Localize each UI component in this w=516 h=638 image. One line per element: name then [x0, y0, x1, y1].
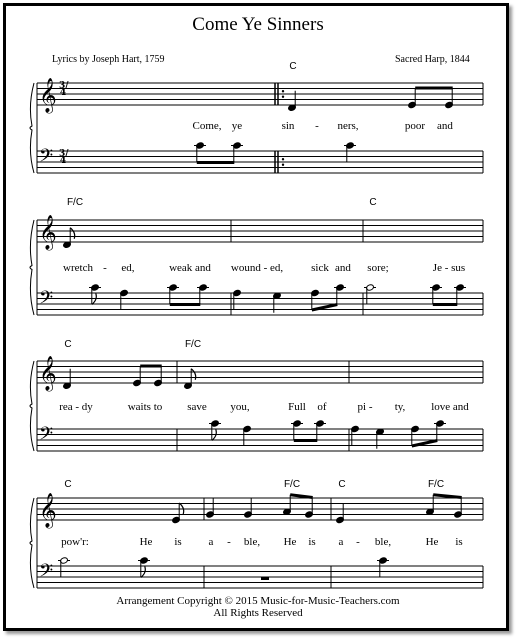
brace — [29, 82, 35, 174]
lyric-syllable: a — [208, 536, 214, 548]
lyric-syllable: wretch — [63, 262, 93, 274]
eighth-flag — [190, 368, 197, 380]
lyric-syllable: wound - ed, — [230, 262, 284, 274]
lyric-syllable: weak and — [169, 262, 211, 274]
treble-clef-icon: 𝄞 — [39, 215, 57, 251]
treble-clef-icon: 𝄞 — [39, 356, 57, 392]
chord-symbol: C — [338, 479, 346, 490]
lyric-syllable: sick — [311, 262, 329, 274]
brace — [29, 360, 35, 452]
bass-clef-icon: 𝄢 — [39, 561, 53, 586]
lyric-syllable: - — [315, 120, 319, 132]
chord-symbol: C — [64, 339, 72, 350]
treble-time-signature: 3/4 — [59, 81, 69, 99]
lyric-syllable: a — [338, 536, 344, 548]
chord-symbol: F/C — [283, 479, 301, 490]
repeat-dot — [281, 95, 285, 98]
chord-symbol: C — [289, 61, 297, 72]
lyric-syllable: sore; — [367, 262, 389, 274]
lyric-syllable: waits to — [127, 401, 163, 413]
bass-clef-icon: 𝄢 — [39, 146, 53, 171]
bass-clef-icon: 𝄢 — [39, 424, 53, 449]
lyric-syllable: He — [425, 536, 439, 548]
brace — [29, 497, 35, 589]
repeat-dot — [281, 163, 285, 166]
lyric-syllable: ed, — [121, 262, 135, 274]
lyric-syllable: is — [455, 536, 463, 548]
brace — [29, 219, 35, 316]
lyric-syllable: pow'r: — [61, 536, 89, 548]
repeat-dot — [281, 158, 285, 161]
lyric-syllable: rea - dy — [59, 401, 93, 413]
eighth-flag — [69, 227, 76, 239]
lyric-syllable: - — [356, 536, 360, 548]
lyric-syllable: Full — [288, 401, 306, 413]
lyric-syllable: He — [283, 536, 297, 548]
lyric-syllable: He — [139, 536, 153, 548]
lyric-syllable: is — [174, 536, 182, 548]
bass-time-signature: 3/4 — [59, 149, 69, 167]
lyric-syllable: - — [103, 262, 107, 274]
lyric-syllable: and — [437, 120, 453, 132]
lyric-syllable: you, — [230, 401, 250, 413]
lyric-syllable: ble, — [243, 536, 261, 548]
chord-symbol: F/C — [427, 479, 445, 490]
bass-clef-icon: 𝄢 — [39, 288, 53, 313]
chord-symbol: C — [64, 479, 72, 490]
note-beam — [433, 493, 462, 499]
lyric-syllable: is — [308, 536, 316, 548]
lyric-syllable: ners, — [337, 120, 359, 132]
note-beam — [290, 493, 313, 499]
lyric-syllable: Je - sus — [432, 262, 466, 274]
lyric-syllable: poor — [404, 120, 426, 132]
lyric-syllable: pi - — [357, 401, 373, 413]
treble-clef-icon: 𝄞 — [39, 493, 57, 529]
rights-notice: All Rights Reserved — [213, 607, 303, 619]
lyric-syllable: sin — [281, 120, 295, 132]
half-rest — [261, 577, 269, 580]
lyric-syllable: ty, — [394, 401, 406, 413]
lyric-syllable: save — [187, 401, 207, 413]
lyric-syllable: ble, — [374, 536, 392, 548]
chord-symbol: F/C — [66, 197, 84, 208]
lyric-syllable: - — [227, 536, 231, 548]
repeat-dot — [281, 90, 285, 93]
treble-clef-icon: 𝄞 — [39, 78, 57, 114]
lyric-syllable: and — [335, 262, 351, 274]
lyric-syllable: ye — [231, 120, 243, 132]
chord-symbol: F/C — [184, 339, 202, 350]
lyric-syllable: love and — [431, 401, 469, 413]
lyric-syllable: of — [317, 401, 327, 413]
copyright-notice: Arrangement Copyright © 2015 Music-for-M… — [116, 595, 400, 607]
lyric-syllable: Come, — [192, 120, 222, 132]
chord-symbol: C — [369, 197, 377, 208]
